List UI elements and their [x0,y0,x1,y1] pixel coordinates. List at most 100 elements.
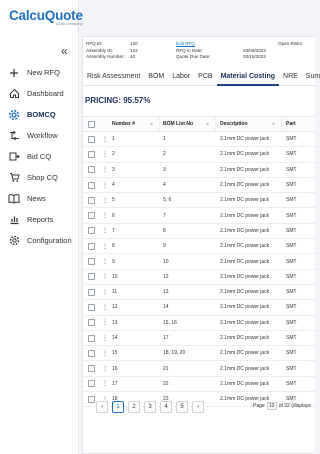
sidebar-nav: New RFQ Dashboard BOMCQ Workflow Bid CQ … [0,62,79,251]
search-icon[interactable]: ⌕ [272,121,275,127]
drag-handle-icon[interactable]: ⋮ [100,289,110,296]
row-checkbox[interactable] [88,365,95,373]
cell-number: 1 [112,136,115,143]
select-all-checkbox[interactable] [88,120,95,128]
drag-handle-icon[interactable]: ⋮ [100,243,110,250]
prev-page-button[interactable]: ‹ [96,401,108,413]
collapse-sidebar-icon[interactable]: « [61,44,68,58]
quote-due-value: 03/15/2022 [243,54,266,59]
sidebar-item-label: Shop CQ [27,173,58,182]
quote-due-label: Quote Due Date: [176,54,211,59]
drag-handle-icon[interactable]: ⋮ [100,304,110,311]
drag-handle-icon[interactable]: ⋮ [100,197,110,204]
header-description[interactable]: Description ⌕ [216,117,282,131]
drag-handle-icon[interactable]: ⋮ [100,380,110,387]
row-checkbox[interactable] [88,196,95,204]
drag-handle-icon[interactable]: ⋮ [100,182,110,189]
row-checkbox[interactable] [88,166,95,174]
row-checkbox[interactable] [88,303,95,311]
row-checkbox[interactable] [88,334,95,342]
table-row[interactable]: ⋮ 8 9 2.1mm DC power jack SMT [83,239,316,255]
drag-handle-icon[interactable]: ⋮ [100,350,110,357]
drag-handle-icon[interactable]: ⋮ [100,151,110,158]
table-row[interactable]: ⋮ 10 12 2.1mm DC power jack SMT [83,270,316,285]
tab-bom[interactable]: BOM [144,70,168,86]
page-button-2[interactable]: 2 [128,401,140,413]
edit-rfq-link[interactable]: Edit RFQ [176,41,195,46]
row-checkbox[interactable] [88,288,95,296]
sidebar-item-new-rfq[interactable]: New RFQ [0,62,79,83]
cell-number: 5 [112,197,115,204]
page-button-3[interactable]: 3 [144,401,156,413]
drag-handle-icon[interactable]: ⋮ [100,273,110,280]
sidebar-item-label: Dashboard [27,89,64,98]
settings-icon [8,235,20,247]
sidebar-item-workflow[interactable]: Workflow [0,125,79,146]
sidebar-item-bid-cq[interactable]: Bid CQ [0,146,79,167]
drag-handle-icon[interactable]: ⋮ [100,227,110,234]
row-checkbox[interactable] [88,380,95,388]
sidebar-item-label: Bid CQ [27,152,52,161]
header-number[interactable]: Number # ⌕ [110,117,160,131]
tab-pcb[interactable]: PCB [194,70,216,86]
cell-part: SMT [286,243,297,250]
row-checkbox[interactable] [88,181,95,189]
table-row[interactable]: ⋮ 12 14 2.1mm DC power jack SMT [83,300,316,316]
sidebar-item-shop-cq[interactable]: Shop CQ [0,167,79,188]
sidebar-item-reports[interactable]: Reports [0,209,79,230]
table-row[interactable]: ⋮ 11 13 2.1mm DC power jack SMT [83,285,316,301]
tab-risk-assessment[interactable]: Risk Assessment [83,70,144,86]
sidebar-item-dashboard[interactable]: Dashboard [0,83,79,104]
table-row[interactable]: ⋮ 4 4 2.1mm DC power jack SMT [83,178,316,194]
drag-handle-icon[interactable]: ⋮ [100,335,110,342]
table-row[interactable]: ⋮ 13 15, 16 2.1mm DC power jack SMT [83,316,316,331]
table-row[interactable]: ⋮ 5 5, 6 2.1mm DC power jack SMT [83,193,316,209]
cell-number: 4 [112,182,115,189]
table-row[interactable]: ⋮ 1 1 2.1mm DC power jack SMT [83,132,316,148]
sidebar: CalcuQuote aTalk company « New RFQ Dashb… [0,0,83,454]
search-icon[interactable]: ⌕ [206,121,209,127]
row-checkbox[interactable] [88,150,95,158]
page-button-4[interactable]: 4 [160,401,172,413]
drag-handle-icon[interactable]: ⋮ [100,258,110,265]
row-checkbox[interactable] [88,258,95,266]
header-bom-list-no[interactable]: BOM List No ⌕ [160,117,216,131]
drag-handle-icon[interactable]: ⋮ [100,212,110,219]
sidebar-item-bomcq[interactable]: BOMCQ [0,104,79,125]
row-checkbox[interactable] [88,273,95,281]
table-row[interactable]: ⋮ 3 3 2.1mm DC power jack SMT [83,163,316,178]
sidebar-item-news[interactable]: News [0,188,79,209]
drag-handle-icon[interactable]: ⋮ [100,166,110,173]
page-button-5[interactable]: 5 [176,401,188,413]
next-page-button[interactable]: › [192,401,204,413]
row-checkbox[interactable] [88,319,95,327]
table-row[interactable]: ⋮ 2 2 2.1mm DC power jack SMT [83,147,316,163]
sidebar-item-configuration[interactable]: Configuration [0,230,79,251]
tab-nre[interactable]: NRE [279,70,302,86]
drag-handle-icon[interactable]: ⋮ [100,319,110,326]
page-button-1[interactable]: 1 [112,401,124,413]
header-part[interactable]: Part [282,121,316,127]
drag-handle-icon[interactable]: ⋮ [100,365,110,372]
logo[interactable]: CalcuQuote aTalk company [9,8,83,26]
tab-material-costing[interactable]: Material Costing [216,70,280,86]
table-row[interactable]: ⋮ 15 18, 19, 20 2.1mm DC power jack SMT [83,346,316,362]
row-checkbox[interactable] [88,135,95,143]
table-row[interactable]: ⋮ 9 10 2.1mm DC power jack SMT [83,254,316,270]
drag-handle-icon[interactable]: ⋮ [100,136,110,143]
row-checkbox[interactable] [88,212,95,220]
tab-summary[interactable]: Sum [302,70,320,86]
table-row[interactable]: ⋮ 16 21 2.1mm DC power jack SMT [83,361,316,377]
row-checkbox[interactable] [88,242,95,250]
table-row[interactable]: ⋮ 7 8 2.1mm DC power jack SMT [83,224,316,240]
tab-labor[interactable]: Labor [168,70,194,86]
cell-part: SMT [286,304,297,311]
table-row[interactable]: ⋮ 17 22 2.1mm DC power jack SMT [83,377,316,393]
table-row[interactable]: ⋮ 14 17 2.1mm DC power jack SMT [83,331,316,347]
search-icon[interactable]: ⌕ [150,121,153,127]
row-checkbox[interactable] [88,227,95,235]
cell-bom-list-no: 7 [163,212,166,219]
row-checkbox[interactable] [88,349,95,357]
table-row[interactable]: ⋮ 6 7 2.1mm DC power jack SMT [83,208,316,224]
page-number-input[interactable]: 10 [266,402,277,410]
